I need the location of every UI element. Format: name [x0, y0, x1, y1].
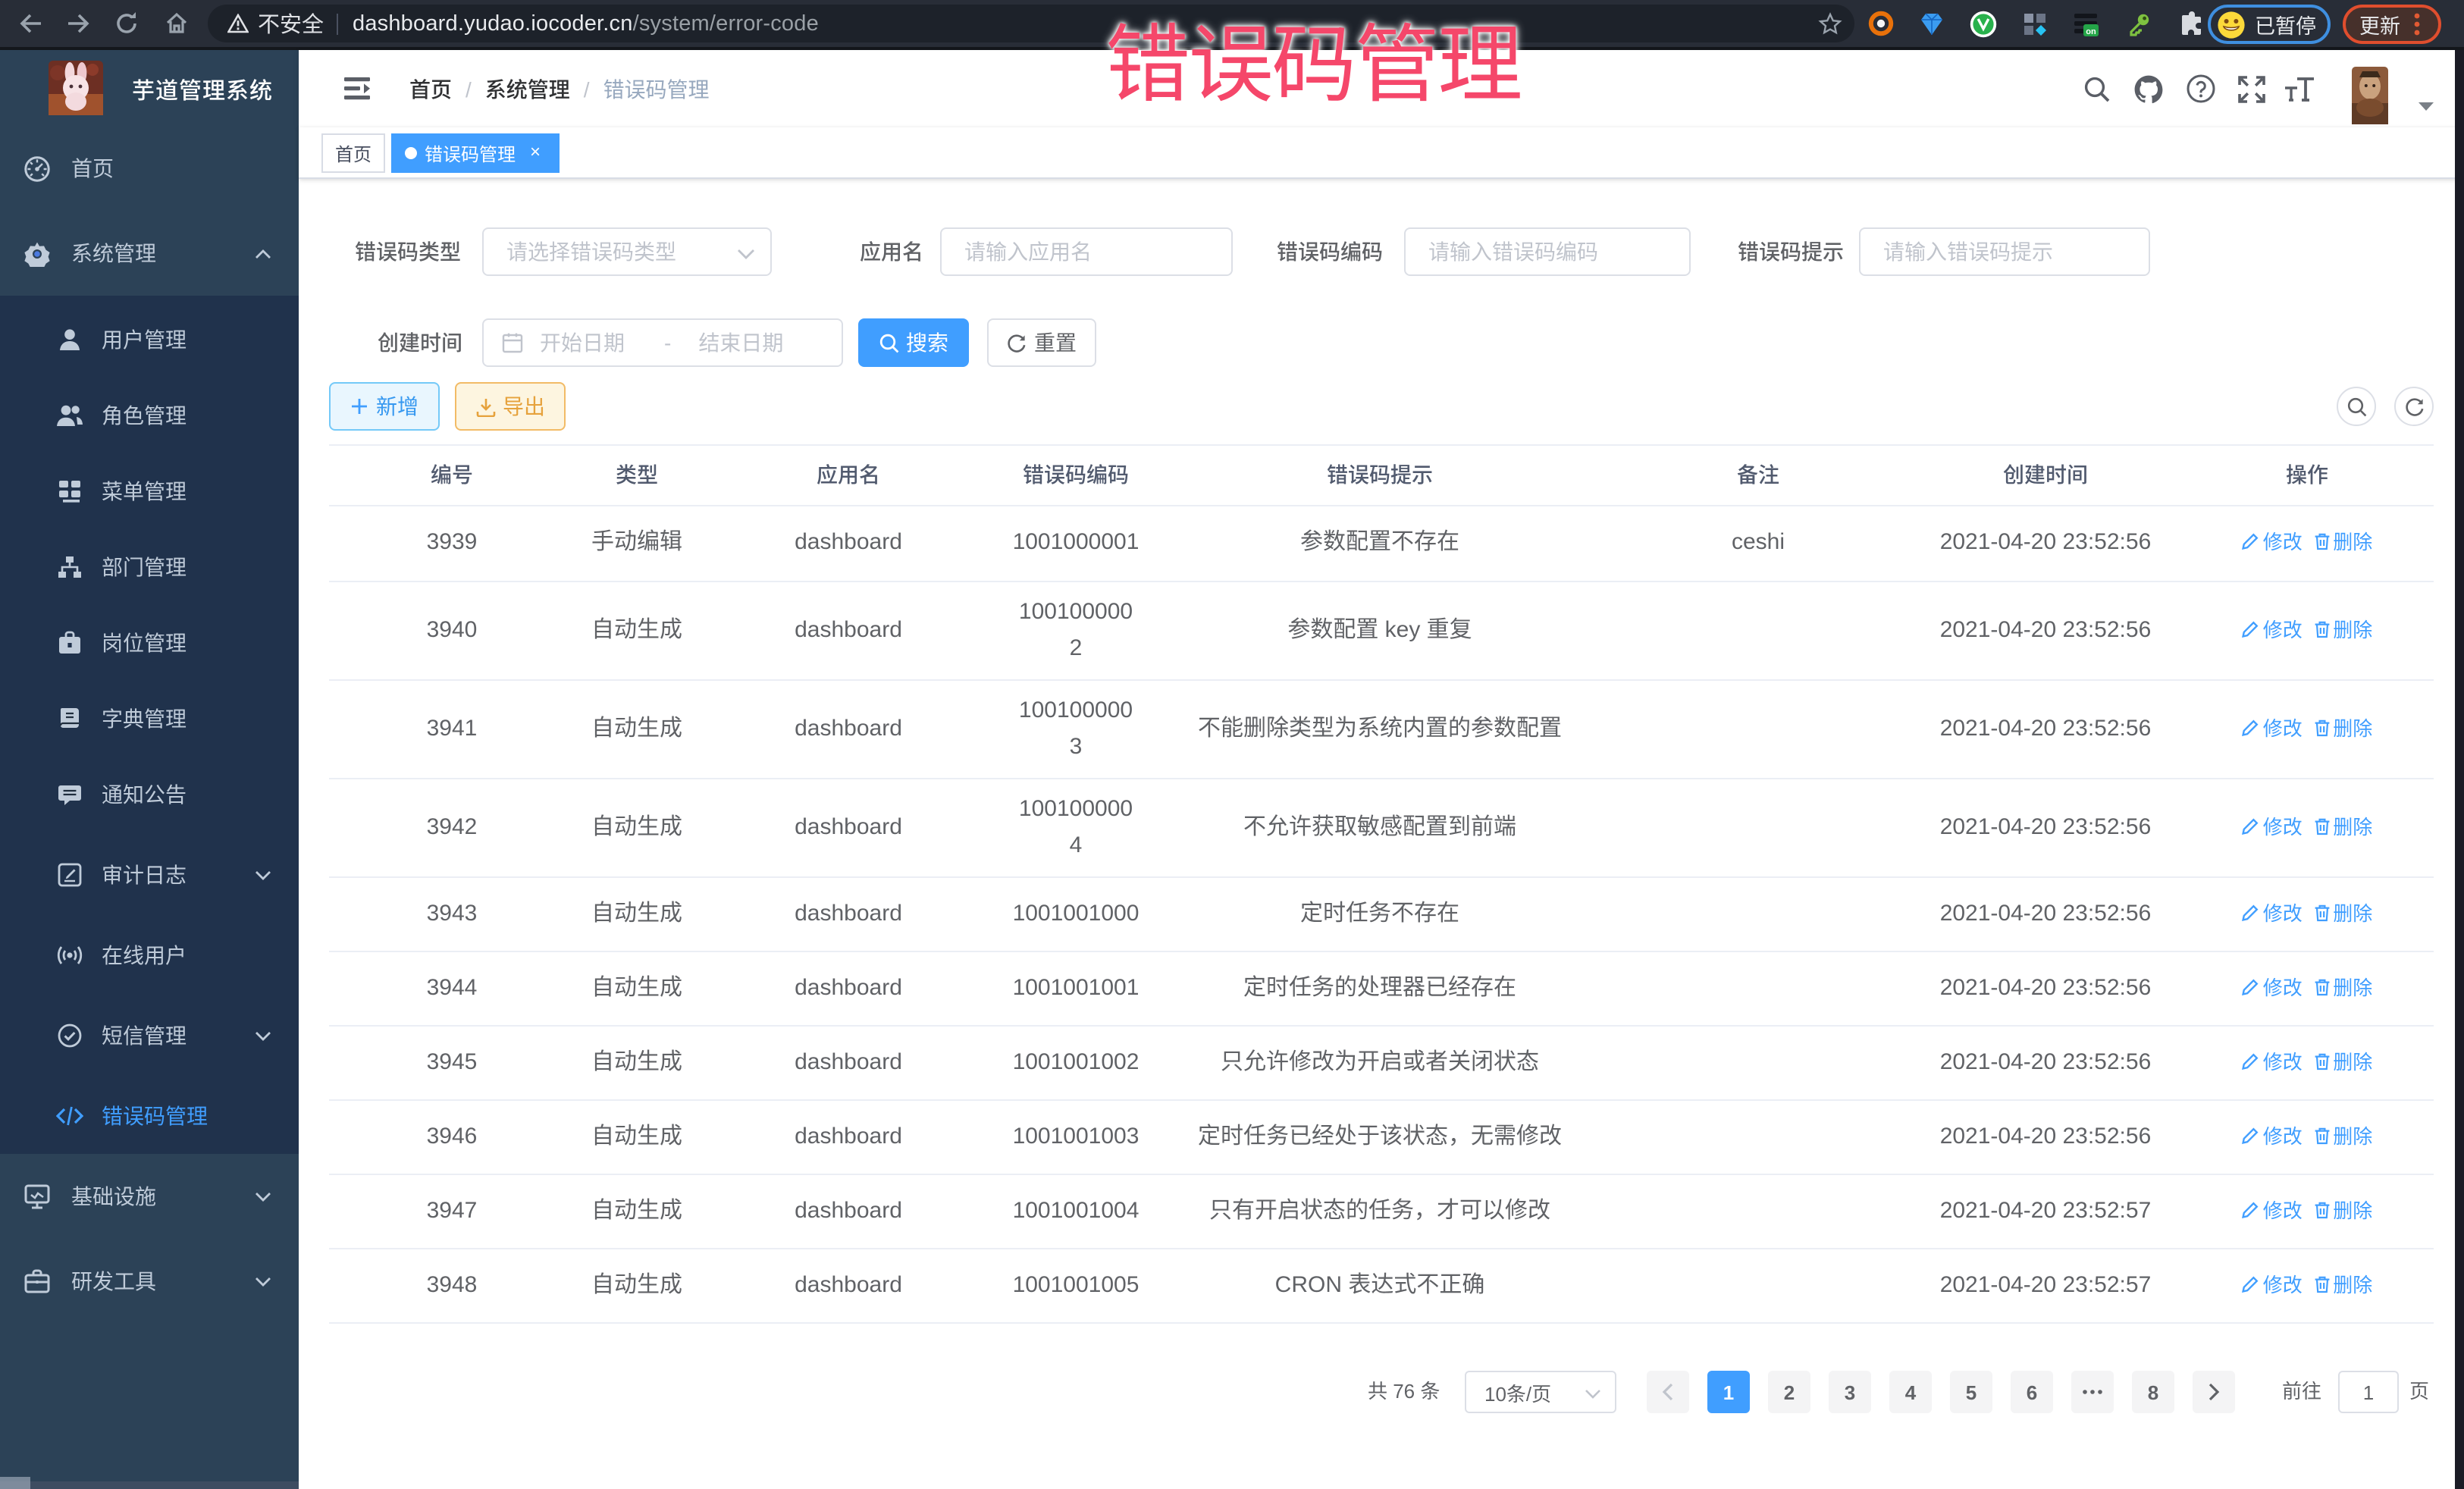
svg-text:on: on: [2086, 27, 2096, 36]
